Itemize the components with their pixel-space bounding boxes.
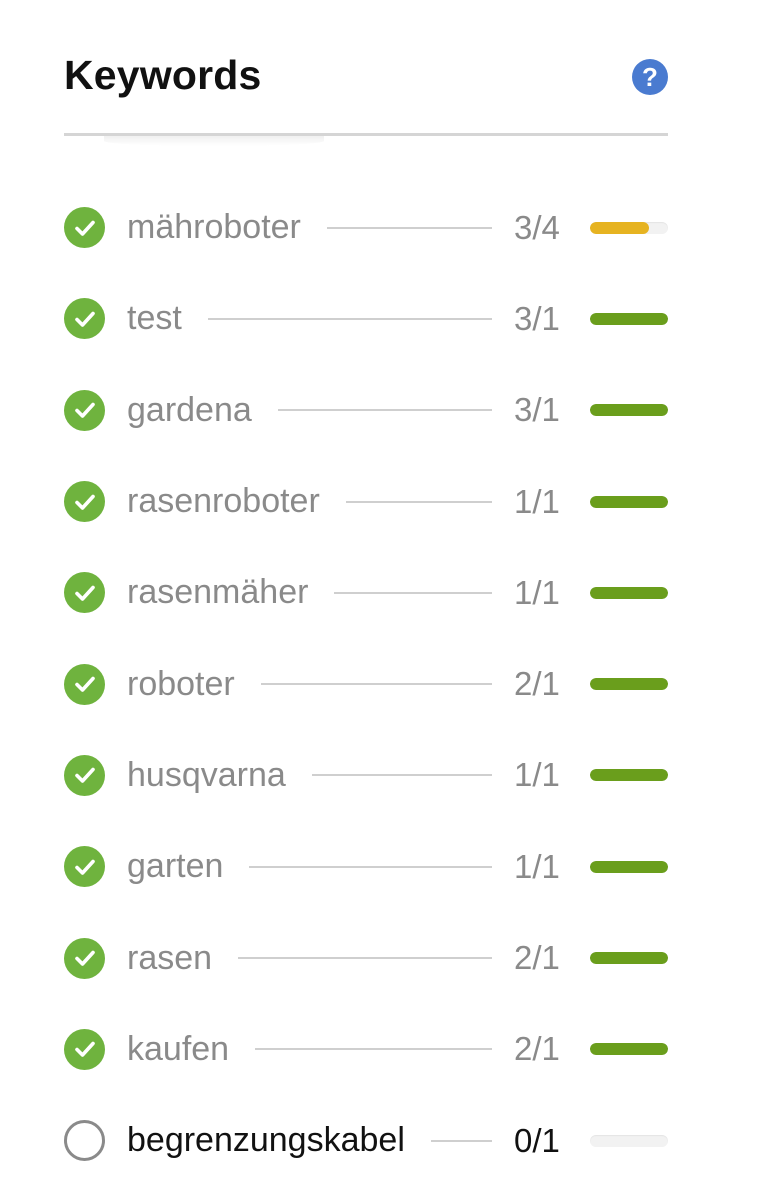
check-circle-icon <box>64 937 105 979</box>
keyword-label: begrenzungskabel <box>127 1121 405 1160</box>
keyword-count: 1/1 <box>514 847 560 885</box>
progress-bar <box>590 221 668 234</box>
keyword-count: 1/1 <box>514 482 560 520</box>
keyword-label: husqvarna <box>127 755 286 794</box>
keyword-label: mähroboter <box>127 208 301 247</box>
progress-bar <box>590 1043 668 1056</box>
keyword-count: 3/4 <box>514 208 560 246</box>
keyword-list: mähroboter 3/4 test 3/1 gardena 3/1 rasenrobot… <box>64 182 668 1186</box>
keyword-row: begrenzungskabel 0/1 <box>64 1095 668 1186</box>
progress-bar-fill <box>590 221 649 234</box>
progress-bar-fill <box>590 860 668 873</box>
keyword-count: 3/1 <box>514 299 560 337</box>
keyword-label: garten <box>127 847 224 886</box>
keyword-label: kaufen <box>127 1029 230 1068</box>
keyword-count: 0/1 <box>514 1121 560 1159</box>
check-circle-icon <box>64 389 105 431</box>
progress-bar <box>590 1134 668 1147</box>
progress-bar-fill <box>590 1043 668 1056</box>
check-circle-icon <box>64 1028 105 1070</box>
leader-line <box>277 409 492 412</box>
check-circle-icon <box>64 298 105 340</box>
progress-bar-fill <box>590 495 668 508</box>
keyword-count: 2/1 <box>514 665 560 703</box>
leader-line <box>238 957 492 960</box>
leader-line <box>345 500 492 503</box>
keyword-row: mähroboter 3/4 <box>64 182 668 273</box>
check-circle-icon <box>64 754 105 796</box>
keyword-label: rasenroboter <box>127 482 320 521</box>
keyword-count: 1/1 <box>514 756 560 794</box>
progress-bar <box>590 769 668 782</box>
progress-bar <box>590 312 668 325</box>
keyword-row: roboter 2/1 <box>64 638 668 729</box>
keyword-count: 1/1 <box>514 573 560 611</box>
progress-bar-fill <box>590 678 668 691</box>
empty-circle-icon <box>64 1120 105 1162</box>
keyword-row: gardena 3/1 <box>64 365 668 456</box>
progress-bar <box>590 860 668 873</box>
keyword-label: gardena <box>127 390 252 429</box>
keywords-panel: Keywords ? mähroboter 3/4 test 3/1 gardena 3/… <box>64 0 668 1162</box>
leader-line <box>207 317 492 320</box>
keyword-label: roboter <box>127 664 235 703</box>
progress-bar <box>590 952 668 965</box>
check-circle-icon <box>64 481 105 523</box>
divider-shadow <box>104 136 324 146</box>
progress-bar-fill <box>590 952 668 965</box>
keyword-row: garten 1/1 <box>64 821 668 912</box>
check-circle-icon <box>64 846 105 888</box>
progress-bar <box>590 586 668 599</box>
progress-bar-fill <box>590 586 668 599</box>
keyword-count: 3/1 <box>514 391 560 429</box>
check-circle-icon <box>64 572 105 614</box>
progress-bar-fill <box>590 769 668 782</box>
check-circle-icon <box>64 663 105 705</box>
keyword-row: rasenmäher 1/1 <box>64 547 668 638</box>
keyword-label: rasen <box>127 938 213 977</box>
keyword-label: rasenmäher <box>127 573 309 612</box>
leader-line <box>334 591 492 594</box>
help-icon[interactable]: ? <box>632 59 668 95</box>
leader-line <box>255 1048 492 1051</box>
keyword-count: 2/1 <box>514 939 560 977</box>
leader-line <box>260 683 492 686</box>
keyword-row: rasenroboter 1/1 <box>64 456 668 547</box>
keyword-row: test 3/1 <box>64 273 668 364</box>
leader-line <box>430 1139 492 1142</box>
progress-bar <box>590 404 668 417</box>
keyword-row: kaufen 2/1 <box>64 1004 668 1095</box>
leader-line <box>326 226 492 229</box>
keyword-count: 2/1 <box>514 1030 560 1068</box>
check-circle-icon <box>64 207 105 249</box>
panel-title: Keywords <box>64 52 262 98</box>
keyword-row: husqvarna 1/1 <box>64 730 668 821</box>
progress-bar-fill <box>590 312 668 325</box>
progress-bar-fill <box>590 404 668 417</box>
progress-bar <box>590 495 668 508</box>
leader-line <box>311 774 492 777</box>
keyword-row: rasen 2/1 <box>64 912 668 1003</box>
leader-line <box>249 865 492 868</box>
keyword-label: test <box>127 299 182 338</box>
panel-header: Keywords ? <box>64 0 668 146</box>
progress-bar <box>590 678 668 691</box>
